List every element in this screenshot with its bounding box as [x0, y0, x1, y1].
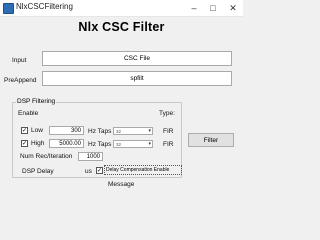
high-taps-label: Hz Taps	[88, 141, 112, 148]
close-button[interactable]: ✕	[224, 0, 242, 16]
high-type-label: FIR	[163, 141, 174, 148]
high-freq-input[interactable]: 5000.00	[49, 139, 84, 148]
low-type-label: FIR	[163, 128, 174, 135]
window-title: NlxCSCFiltering	[16, 2, 73, 11]
app-icon	[3, 3, 14, 14]
filter-button[interactable]: Filter	[188, 133, 234, 147]
low-checkbox[interactable]: ✓	[21, 127, 28, 134]
input-field[interactable]: CSC File	[42, 51, 232, 66]
chevron-down-icon: ▾	[148, 128, 151, 134]
delay-compensation-checkbox[interactable]: ✓	[96, 167, 103, 174]
dsp-group-title: DSP Filtering	[16, 98, 57, 105]
low-freq-input[interactable]: 300	[49, 126, 84, 135]
high-label: High	[31, 140, 45, 147]
message-label: Message	[108, 181, 135, 188]
low-taps-label: Hz Taps	[88, 128, 112, 135]
page-title: Nlx CSC Filter	[78, 20, 165, 34]
high-checkbox[interactable]: ✓	[21, 140, 28, 147]
dsp-delay-unit: us	[85, 168, 92, 175]
high-taps-value: 32	[116, 142, 122, 147]
low-label: Low	[31, 127, 43, 134]
preappend-label: PreAppend	[4, 77, 37, 84]
chevron-down-icon: ▾	[148, 141, 151, 147]
high-taps-select[interactable]: 32 ▾	[113, 140, 153, 148]
low-taps-select[interactable]: 32 ▾	[113, 127, 153, 135]
num-rec-label: Num Rec/Iteration	[20, 153, 73, 160]
low-taps-value: 32	[116, 129, 122, 134]
delay-compensation-label[interactable]: Delay Compensation Enable	[104, 165, 182, 175]
type-label: Type:	[159, 110, 175, 117]
enable-label: Enable	[18, 110, 39, 117]
preappend-field[interactable]: spfilt	[42, 71, 232, 86]
dsp-delay-label: DSP Delay	[22, 168, 54, 175]
input-label: Input	[12, 57, 27, 64]
minimize-button[interactable]: –	[185, 0, 203, 16]
num-rec-input[interactable]: 1000	[78, 152, 103, 161]
maximize-button[interactable]: □	[204, 0, 222, 16]
